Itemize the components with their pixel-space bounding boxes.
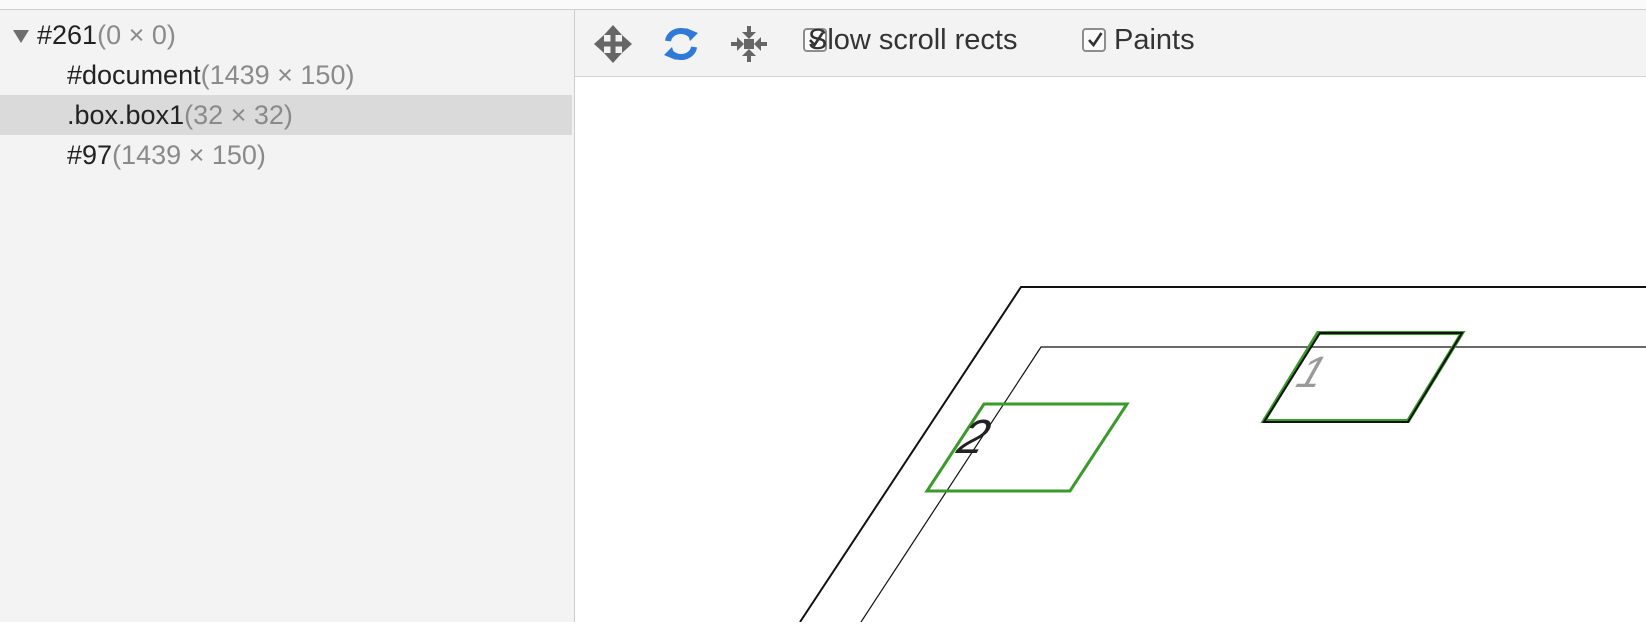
- box2-layer[interactable]: 2: [924, 402, 1130, 493]
- layer-name: #document: [67, 60, 201, 90]
- layers-3d-canvas[interactable]: 1 2: [575, 77, 1646, 623]
- box1-label: 1: [1291, 347, 1333, 396]
- paints-label[interactable]: Paints: [1114, 23, 1195, 57]
- reset-transform-icon: [731, 26, 767, 62]
- layer-name: .box.box1: [67, 100, 185, 130]
- tree-row-root[interactable]: #261(0 × 0): [0, 15, 572, 55]
- root-layer-outline: [799, 286, 1646, 623]
- layer-name: #97: [67, 140, 113, 170]
- rotate-mode-button[interactable]: [661, 24, 701, 64]
- box2-label: 2: [950, 409, 997, 463]
- reset-transform-button[interactable]: [729, 24, 769, 64]
- checkmark-icon: [1088, 32, 1103, 48]
- layers-3d-toolbar: Slow scroll rects Paints: [575, 10, 1646, 77]
- layer-dimensions: (0 × 0): [97, 20, 176, 50]
- paints-checkbox[interactable]: [1082, 28, 1106, 52]
- tree-row-97[interactable]: #97(1439 × 150): [0, 135, 572, 175]
- document-layer-outline: [860, 346, 1646, 623]
- window-top-edge: [0, 0, 1646, 10]
- layer-tree-panel: #261(0 × 0) #document(1439 × 150) .box.b…: [0, 10, 575, 622]
- box1-layer[interactable]: 1: [1260, 331, 1466, 423]
- pan-mode-button[interactable]: [593, 24, 633, 64]
- layer-dimensions: (1439 × 150): [112, 140, 266, 170]
- pan-arrows-icon: [594, 25, 632, 63]
- layer-dimensions: (32 × 32): [184, 100, 293, 130]
- layer-name: #261: [37, 20, 98, 50]
- layer-dimensions: (1439 × 150): [200, 60, 355, 90]
- slow-scroll-rects-label[interactable]: Slow scroll rects: [808, 23, 1018, 57]
- disclosure-triangle-icon[interactable]: [13, 30, 29, 43]
- tree-row-box1[interactable]: .box.box1(32 × 32): [0, 95, 572, 135]
- layers-3d-scene[interactable]: 1 2: [575, 77, 1646, 623]
- tree-row-document[interactable]: #document(1439 × 150): [0, 55, 572, 95]
- rotate-icon: [664, 27, 698, 61]
